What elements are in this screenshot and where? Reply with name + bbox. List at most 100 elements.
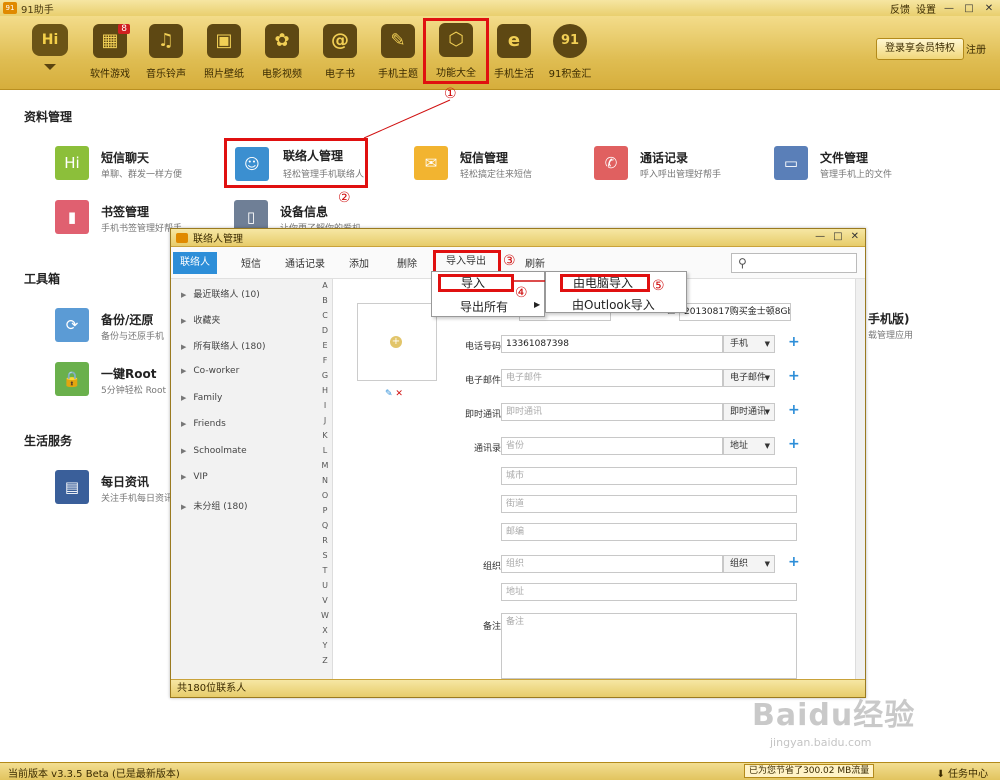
feature-call-log[interactable]: ✆ 通话记录 呼入呼出管理好帮手 (594, 146, 764, 186)
index-letter[interactable]: Y (319, 641, 331, 650)
settings-link[interactable]: 设置 (916, 1, 936, 16)
index-letter[interactable]: D (319, 326, 331, 335)
index-letter[interactable]: A (319, 281, 331, 290)
dialog-restore-button[interactable]: □ (833, 231, 842, 242)
group-item[interactable]: ▶ Friends (181, 419, 226, 429)
zip-input[interactable]: 邮编 (501, 523, 797, 541)
im-type-select[interactable]: 即时通讯 ▼ (723, 403, 775, 421)
feature-sms-chat[interactable]: Hi 短信聊天 单聊、群发一样方便 (55, 146, 225, 186)
index-letter[interactable]: V (319, 596, 331, 605)
phone-type-select[interactable]: 手机 ▼ (723, 335, 775, 353)
group-item[interactable]: ▶ Co-worker (181, 366, 239, 376)
phone-input[interactable]: 13361087398 (501, 335, 723, 353)
index-letter[interactable]: K (319, 431, 331, 440)
menu-item-import-from-outlook[interactable]: 由Outlook导入 (572, 296, 655, 313)
tool-music-ringtones[interactable]: ♫ 音乐铃声 (138, 22, 194, 84)
tool-all-features[interactable]: ⬡ 功能大全 (423, 18, 489, 84)
tab-sms[interactable]: 短信 (241, 255, 261, 270)
vip-login-button[interactable]: 登录享会员特权 (876, 38, 964, 60)
tab-contacts[interactable]: 联络人 (173, 252, 217, 274)
index-letter[interactable]: P (319, 506, 331, 515)
index-letter[interactable]: U (319, 581, 331, 590)
feature-file-mgmt[interactable]: ▭ 文件管理 管理手机上的文件 (774, 146, 944, 186)
pencil-icon[interactable]: ✎ (385, 389, 393, 399)
index-letter[interactable]: R (319, 536, 331, 545)
tool-movies-videos[interactable]: ✿ 电影视频 (254, 22, 310, 84)
add-org-icon[interactable]: + (788, 554, 800, 570)
index-letter[interactable]: X (319, 626, 331, 635)
index-letter[interactable]: C (319, 311, 331, 320)
dialog-close-button[interactable]: ✕ (851, 231, 859, 242)
add-phone-icon[interactable]: + (788, 334, 800, 350)
index-letter[interactable]: T (319, 566, 331, 575)
org-type-select[interactable]: 组织 ▼ (723, 555, 775, 573)
index-letter[interactable]: H (319, 386, 331, 395)
group-item[interactable]: ▶ Family (181, 393, 222, 403)
menu-item-import-from-pc[interactable]: 由电脑导入 (560, 274, 650, 292)
index-letter[interactable]: E (319, 341, 331, 350)
minimize-button[interactable]: — (942, 3, 956, 15)
avatar[interactable]: + (357, 303, 437, 381)
add-im-icon[interactable]: + (788, 402, 800, 418)
tool-apps-games[interactable]: ▦ 8 软件游戏 (82, 22, 138, 84)
index-letter[interactable]: Q (319, 521, 331, 530)
group-item[interactable]: ▶ 未分组 (180) (181, 499, 247, 512)
refresh-button[interactable]: 刷新 (525, 255, 545, 270)
add-address-icon[interactable]: + (788, 436, 800, 452)
register-link[interactable]: 注册 (966, 41, 986, 56)
dialog-minimize-button[interactable]: — (815, 231, 825, 242)
tool-phone-themes[interactable]: ✎ 手机主题 (370, 22, 426, 84)
chevron-down-icon[interactable] (44, 64, 56, 70)
index-letter[interactable]: G (319, 371, 331, 380)
menu-item-export-all[interactable]: 导出所有 ▶ (460, 298, 540, 315)
tool-photo-wallpaper[interactable]: ▣ 照片壁纸 (196, 22, 252, 84)
feedback-link[interactable]: 反馈 (890, 1, 910, 16)
index-letter[interactable]: I (319, 401, 331, 410)
index-letter[interactable]: W (319, 611, 331, 620)
group-item[interactable]: ▶ Schoolmate (181, 446, 247, 456)
hi-logo-icon[interactable]: Hi (32, 24, 68, 56)
index-letter[interactable]: F (319, 356, 331, 365)
restore-button[interactable]: □ (962, 3, 976, 15)
tab-call-log[interactable]: 通话记录 (285, 255, 325, 270)
delete-button[interactable]: 删除 (397, 255, 417, 270)
org-address-input[interactable]: 地址 (501, 583, 797, 601)
tool-91-jinhui[interactable]: 91 91积金汇 (542, 22, 598, 84)
feature-phone-edition-name[interactable]: 手机版) (868, 310, 910, 327)
email-input[interactable]: 电子邮件 (501, 369, 723, 387)
form-scrollbar[interactable] (855, 279, 865, 679)
note-textarea[interactable]: 备注 (501, 613, 797, 679)
close-button[interactable]: ✕ (982, 3, 996, 15)
email-type-select[interactable]: 电子邮件 ▼ (723, 369, 775, 387)
tool-ebooks[interactable]: @ 电子书 (312, 22, 368, 84)
menu-item-import[interactable]: 导入 (438, 274, 514, 292)
group-item[interactable]: ▶ VIP (181, 472, 208, 482)
add-button[interactable]: 添加 (349, 255, 369, 270)
im-input[interactable]: 即时通讯 (501, 403, 723, 421)
feature-sms-mgmt[interactable]: ✉ 短信管理 轻松搞定往来短信 (414, 146, 584, 186)
group-label: Co-worker (193, 366, 240, 376)
province-input[interactable]: 省份 (501, 437, 723, 455)
index-letter[interactable]: Z (319, 656, 331, 665)
city-input[interactable]: 城市 (501, 467, 797, 485)
tool-phone-life[interactable]: e 手机生活 (486, 22, 542, 84)
group-item[interactable]: ▶ 收藏夹 (181, 313, 220, 326)
index-letter[interactable]: S (319, 551, 331, 560)
index-letter[interactable]: O (319, 491, 331, 500)
group-item[interactable]: ▶ 所有联络人 (180) (181, 339, 265, 352)
index-letter[interactable]: J (319, 416, 331, 425)
index-letter[interactable]: B (319, 296, 331, 305)
feature-contacts[interactable]: ☺ 联络人管理 轻松管理手机联络人 (224, 138, 368, 188)
task-center-button[interactable]: ⬇ 任务中心 (936, 765, 988, 780)
org-input[interactable]: 组织 (501, 555, 723, 573)
index-letter[interactable]: N (319, 476, 331, 485)
index-letter[interactable]: M (319, 461, 331, 470)
close-icon[interactable]: ✕ (395, 389, 403, 399)
search-input[interactable]: ⚲ (731, 253, 857, 273)
street-input[interactable]: 街道 (501, 495, 797, 513)
address-type-select[interactable]: 地址 ▼ (723, 437, 775, 455)
name-input[interactable]: 20130817购买金士顿8Gb (679, 303, 791, 321)
index-letter[interactable]: L (319, 446, 331, 455)
add-email-icon[interactable]: + (788, 368, 800, 384)
group-item[interactable]: ▶ 最近联络人 (10) (181, 287, 260, 300)
